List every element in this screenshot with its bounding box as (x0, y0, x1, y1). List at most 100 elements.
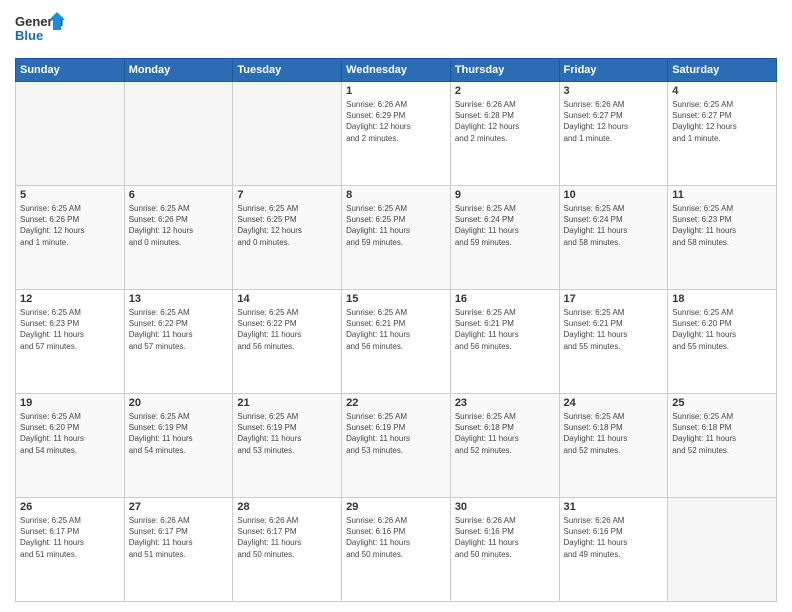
calendar-cell: 8Sunrise: 6:25 AMSunset: 6:25 PMDaylight… (342, 186, 451, 290)
day-number: 29 (346, 501, 446, 513)
cell-info: Daylight: 11 hours (564, 433, 664, 444)
cell-info: Daylight: 11 hours (129, 537, 229, 548)
cell-info: Daylight: 12 hours (564, 121, 664, 132)
day-number: 6 (129, 189, 229, 201)
cell-info: and 56 minutes. (346, 341, 446, 352)
weekday-header-monday: Monday (124, 59, 233, 82)
weekday-header-saturday: Saturday (668, 59, 777, 82)
cell-info: Sunrise: 6:25 AM (672, 99, 772, 110)
cell-info: Sunset: 6:28 PM (455, 110, 555, 121)
cell-info: Sunset: 6:26 PM (129, 214, 229, 225)
weekday-header-sunday: Sunday (16, 59, 125, 82)
calendar-cell (124, 82, 233, 186)
cell-info: and 53 minutes. (237, 445, 337, 456)
day-number: 1 (346, 85, 446, 97)
cell-info: Daylight: 11 hours (564, 537, 664, 548)
week-row-3: 19Sunrise: 6:25 AMSunset: 6:20 PMDayligh… (16, 394, 777, 498)
calendar-cell: 6 Sunrise: 6:25 AMSunset: 6:26 PMDaylight… (124, 186, 233, 290)
calendar-cell: 4Sunrise: 6:25 AMSunset: 6:27 PMDaylight… (668, 82, 777, 186)
logo: GeneralBlue (15, 10, 65, 50)
cell-info: and 50 minutes. (346, 549, 446, 560)
cell-info: Daylight: 11 hours (346, 433, 446, 444)
cell-info: Sunrise: 6:25 AM (564, 411, 664, 422)
cell-info: Daylight: 12 hours (129, 225, 229, 236)
cell-info: and 1 minute. (20, 237, 120, 248)
cell-info: Sunset: 6:21 PM (346, 318, 446, 329)
cell-info: Daylight: 11 hours (237, 329, 337, 340)
cell-info: Daylight: 11 hours (20, 329, 120, 340)
cell-info: Sunrise: 6:25 AM (20, 411, 120, 422)
cell-info: Sunrise: 6:25 AM (20, 307, 120, 318)
cell-info: and 55 minutes. (672, 341, 772, 352)
day-number: 24 (564, 397, 664, 409)
day-number: 5 (20, 189, 120, 201)
calendar-cell: 15Sunrise: 6:25 AMSunset: 6:21 PMDayligh… (342, 290, 451, 394)
day-number: 25 (672, 397, 772, 409)
cell-info: and 51 minutes. (20, 549, 120, 560)
cell-info: and 53 minutes. (346, 445, 446, 456)
calendar-cell: 25Sunrise: 6:25 AMSunset: 6:18 PMDayligh… (668, 394, 777, 498)
cell-info: Sunrise: 6:25 AM (129, 307, 229, 318)
cell-info: Sunset: 6:19 PM (346, 422, 446, 433)
cell-info: Sunrise: 6:25 AM (672, 203, 772, 214)
cell-info: Sunset: 6:17 PM (20, 526, 120, 537)
calendar-cell: 27Sunrise: 6:26 AMSunset: 6:17 PMDayligh… (124, 498, 233, 602)
cell-info: and 52 minutes. (672, 445, 772, 456)
calendar-cell: 22Sunrise: 6:25 AMSunset: 6:19 PMDayligh… (342, 394, 451, 498)
cell-info: Sunrise: 6:25 AM (455, 411, 555, 422)
cell-info: Sunset: 6:29 PM (346, 110, 446, 121)
day-number: 12 (20, 293, 120, 305)
cell-info: Sunset: 6:20 PM (20, 422, 120, 433)
cell-info: and 2 minutes. (346, 133, 446, 144)
cell-info: and 54 minutes. (20, 445, 120, 456)
cell-info: Sunrise: 6:25 AM (20, 515, 120, 526)
cell-info: Sunrise: 6:25 AM (564, 203, 664, 214)
cell-info: Sunset: 6:21 PM (455, 318, 555, 329)
cell-info: and 49 minutes. (564, 549, 664, 560)
day-number: 7 (237, 189, 337, 201)
cell-info: Daylight: 11 hours (20, 537, 120, 548)
day-number: 18 (672, 293, 772, 305)
calendar-cell: 3Sunrise: 6:26 AMSunset: 6:27 PMDaylight… (559, 82, 668, 186)
day-number: 10 (564, 189, 664, 201)
day-number: 13 (129, 293, 229, 305)
cell-info: Sunset: 6:21 PM (564, 318, 664, 329)
weekday-header-row: SundayMondayTuesdayWednesdayThursdayFrid… (16, 59, 777, 82)
logo-svg: GeneralBlue (15, 10, 65, 50)
cell-info: Sunrise: 6:26 AM (129, 515, 229, 526)
cell-info: Sunrise: 6:25 AM (20, 203, 120, 214)
cell-info: and 56 minutes. (455, 341, 555, 352)
day-number: 9 (455, 189, 555, 201)
cell-info: and 58 minutes. (564, 237, 664, 248)
cell-info: Sunset: 6:23 PM (20, 318, 120, 329)
cell-info: and 2 minutes. (455, 133, 555, 144)
cell-info: Daylight: 12 hours (672, 121, 772, 132)
cell-info: Sunset: 6:18 PM (672, 422, 772, 433)
cell-info: Sunrise: 6:25 AM (346, 203, 446, 214)
cell-info: and 0 minutes. (129, 237, 229, 248)
calendar-cell: 16Sunrise: 6:25 AMSunset: 6:21 PMDayligh… (450, 290, 559, 394)
cell-info: Sunset: 6:26 PM (20, 214, 120, 225)
cell-info: Sunrise: 6:25 AM (129, 203, 229, 214)
calendar-cell: 30Sunrise: 6:26 AMSunset: 6:16 PMDayligh… (450, 498, 559, 602)
cell-info: Sunset: 6:18 PM (564, 422, 664, 433)
cell-info: Sunrise: 6:25 AM (346, 411, 446, 422)
day-number: 14 (237, 293, 337, 305)
weekday-header-wednesday: Wednesday (342, 59, 451, 82)
day-number: 21 (237, 397, 337, 409)
calendar-cell: 12 Sunrise: 6:25 AMSunset: 6:23 PMDayligh… (16, 290, 125, 394)
calendar-cell: 13Sunrise: 6:25 AMSunset: 6:22 PMDayligh… (124, 290, 233, 394)
cell-info: and 57 minutes. (20, 341, 120, 352)
cell-info: Sunset: 6:16 PM (455, 526, 555, 537)
calendar-cell: 17Sunrise: 6:25 AMSunset: 6:21 PMDayligh… (559, 290, 668, 394)
cell-info: Sunset: 6:16 PM (346, 526, 446, 537)
day-number: 2 (455, 85, 555, 97)
cell-info: Daylight: 11 hours (455, 225, 555, 236)
cell-info: Daylight: 11 hours (455, 433, 555, 444)
cell-info: Daylight: 11 hours (346, 537, 446, 548)
page: GeneralBlue SundayMondayTuesdayWednesday… (0, 0, 792, 612)
day-number: 8 (346, 189, 446, 201)
week-row-2: 12Sunrise: 6:25 AMSunset: 6:23 PMDayligh… (16, 290, 777, 394)
cell-info: and 0 minutes. (237, 237, 337, 248)
cell-info: Sunrise: 6:26 AM (564, 515, 664, 526)
